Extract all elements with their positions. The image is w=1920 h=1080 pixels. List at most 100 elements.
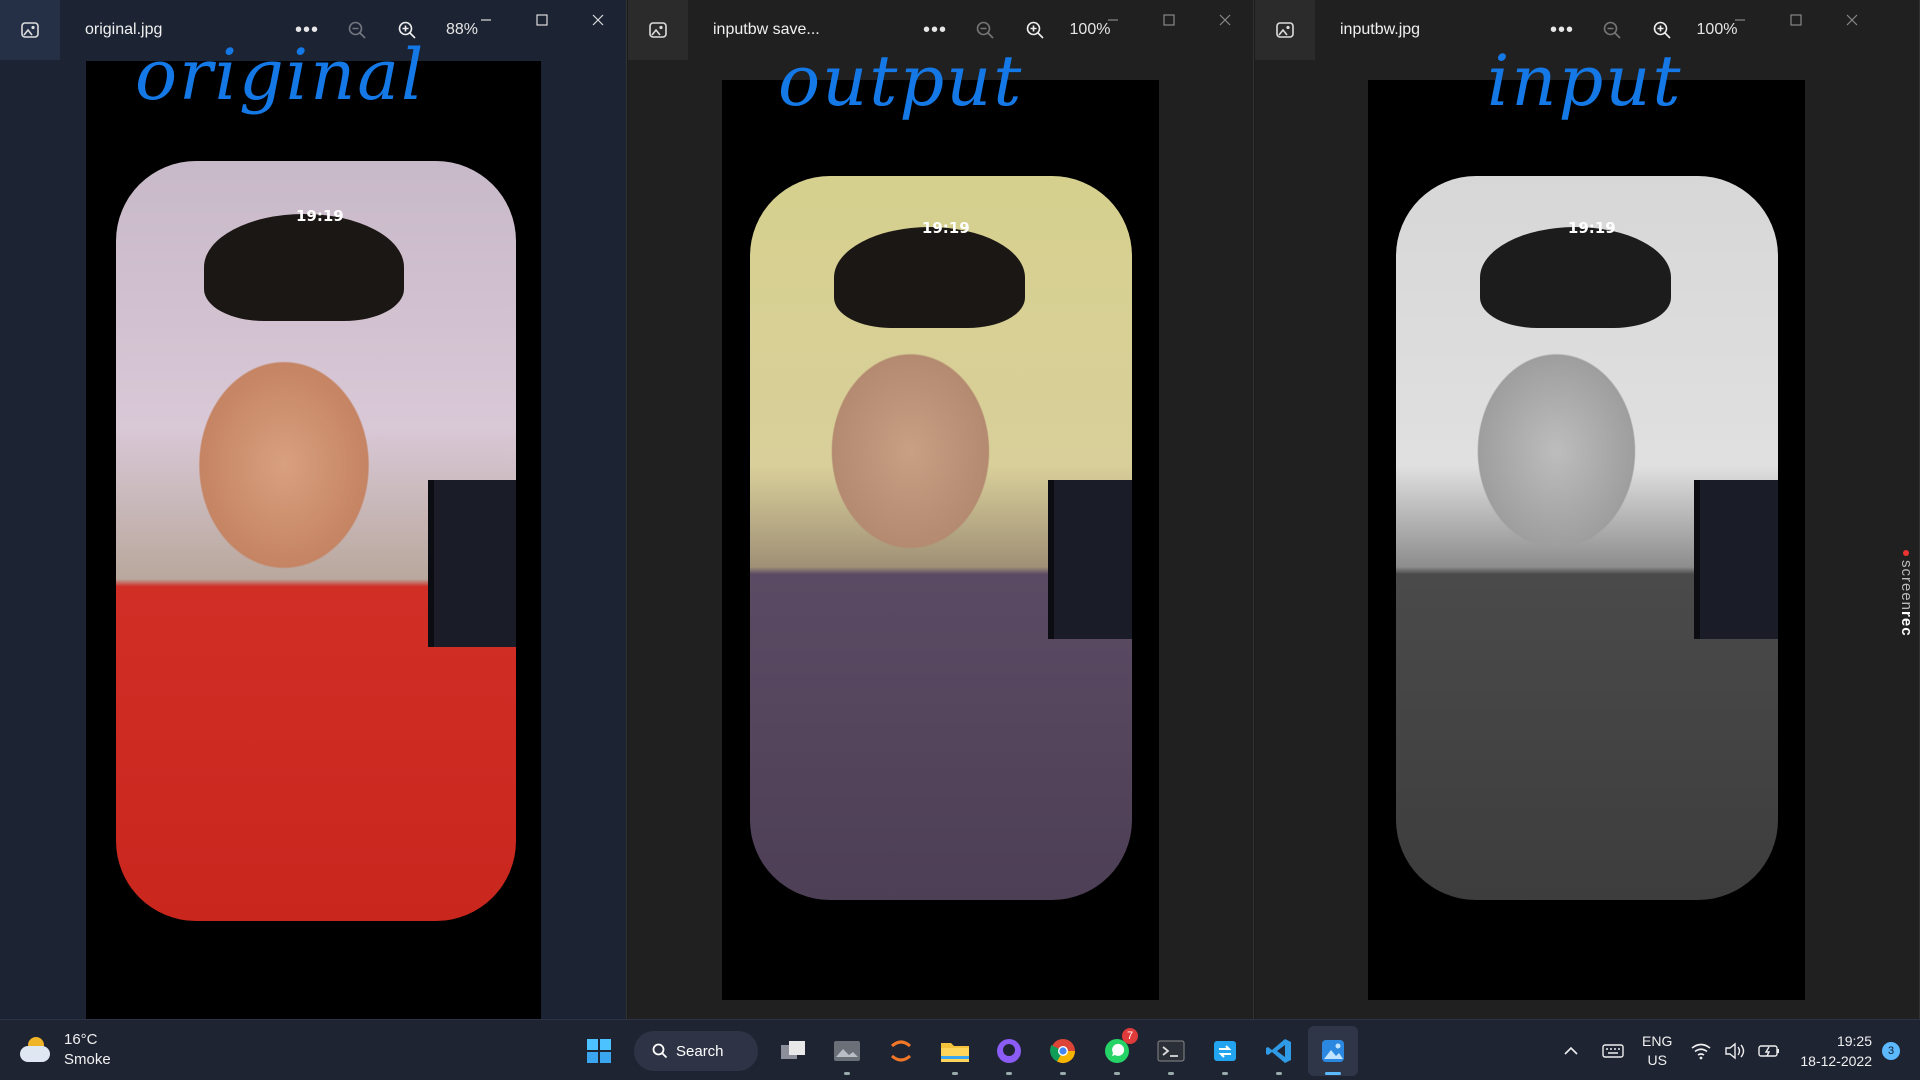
photo-clock-text: 19:19	[921, 219, 970, 238]
photos-window-input[interactable]: inputbw.jpg ••• 100% 19:19 input screenr…	[1255, 0, 1920, 1019]
minimize-icon	[481, 19, 491, 21]
folder-icon	[941, 1043, 969, 1062]
whatsapp-badge: 7	[1122, 1028, 1138, 1044]
taskbar-search-button[interactable]: Search	[634, 1031, 758, 1071]
chrome-icon	[1050, 1039, 1075, 1064]
selfie-photo: 19:19	[116, 161, 516, 921]
minimize-icon	[1108, 19, 1118, 21]
close-icon	[1846, 14, 1858, 26]
maximize-icon	[1163, 14, 1175, 26]
clock-date: 18-12-2022	[1800, 1052, 1872, 1069]
photo-clock-text: 19:19	[1567, 219, 1616, 238]
taskbar-app-file-explorer[interactable]	[930, 1026, 980, 1076]
clock-time: 19:25	[1836, 1032, 1872, 1049]
network-button[interactable]	[1684, 1034, 1718, 1068]
rec-dot-icon	[1903, 550, 1909, 556]
photos-app-icon	[1255, 0, 1315, 60]
wifi-icon	[1691, 1043, 1711, 1059]
taskbar-app-terminal[interactable]	[1146, 1026, 1196, 1076]
taskbar-app-photos[interactable]	[1308, 1026, 1358, 1076]
battery-charging-icon	[1758, 1044, 1780, 1057]
maximize-icon	[1790, 14, 1802, 26]
screenrec-text-a: screen	[1898, 560, 1915, 612]
photos-window-original[interactable]: original.jpg ••• 88% 19:19 original	[0, 0, 627, 1019]
photos-app-icon	[628, 0, 688, 60]
file-transfer-icon	[1214, 1041, 1236, 1061]
system-tray: ENG US 19:25 18-12-2022 3	[1554, 1020, 1900, 1080]
keyboard-icon	[1602, 1043, 1624, 1058]
lang-top: ENG	[1642, 1032, 1673, 1049]
minimize-button[interactable]	[1085, 0, 1141, 40]
show-hidden-icons-button[interactable]	[1554, 1034, 1588, 1068]
screenrec-watermark: screenrec	[1898, 550, 1915, 637]
weather-condition: Smoke	[64, 1051, 111, 1068]
taskbar-app-whatsapp[interactable]: 7	[1092, 1026, 1142, 1076]
taskbar-app-snipping[interactable]	[822, 1026, 872, 1076]
maximize-button[interactable]	[1768, 0, 1824, 40]
maximize-button[interactable]	[514, 0, 570, 40]
maximize-button[interactable]	[1141, 0, 1197, 40]
clock-button[interactable]: 19:25 18-12-2022	[1800, 1031, 1872, 1071]
zoom-in-icon	[1026, 21, 1044, 39]
notification-badge[interactable]: 3	[1882, 1041, 1900, 1060]
selfie-photo: 19:19	[1396, 176, 1778, 900]
taskbar: 16°C Smoke Search 7 ENG US 19:25 18-12-2…	[0, 1019, 1920, 1080]
taskbar-app-chrome[interactable]	[1038, 1026, 1088, 1076]
handwritten-label: output	[778, 40, 1024, 122]
jupyter-icon	[891, 1040, 911, 1062]
start-button[interactable]	[574, 1026, 624, 1076]
handwritten-label: input	[1487, 40, 1683, 122]
photo-hair	[834, 226, 1026, 329]
input-language-button[interactable]: ENG US	[1642, 1032, 1672, 1070]
taskbar-app-jupyter[interactable]	[876, 1026, 926, 1076]
window-title: inputbw.jpg	[1340, 21, 1421, 38]
taskbar-app-github[interactable]	[984, 1026, 1034, 1076]
zoom-out-icon	[1603, 21, 1621, 39]
chevron-up-icon	[1564, 1046, 1578, 1055]
zoom-out-icon	[976, 21, 994, 39]
image-canvas[interactable]: 19:19	[86, 61, 541, 1019]
handwritten-label: original	[135, 34, 426, 116]
photos-app-icon	[0, 0, 60, 60]
battery-button[interactable]	[1752, 1034, 1786, 1068]
taskbar-apps: Search 7	[572, 1026, 1360, 1076]
close-button[interactable]	[1824, 0, 1880, 40]
taskbar-app-vscode[interactable]	[1254, 1026, 1304, 1076]
photo-thumbnail-icon	[834, 1041, 860, 1061]
close-icon	[592, 14, 604, 26]
photos-icon	[1322, 1040, 1344, 1062]
vscode-icon	[1266, 1039, 1291, 1063]
photo-clock-text: 19:19	[296, 206, 344, 225]
close-icon	[1219, 14, 1231, 26]
maximize-icon	[536, 14, 548, 26]
touch-keyboard-button[interactable]	[1596, 1034, 1630, 1068]
terminal-icon	[1157, 1040, 1185, 1062]
photo-laptop	[1693, 480, 1778, 640]
weather-cloud-sun-icon	[18, 1035, 52, 1065]
window-title: inputbw save...	[713, 21, 820, 38]
photo-laptop	[1047, 480, 1132, 640]
task-view-icon	[781, 1041, 805, 1059]
search-icon	[652, 1043, 668, 1059]
close-button[interactable]	[570, 0, 626, 40]
minimize-button[interactable]	[1712, 0, 1768, 40]
selfie-photo: 19:19	[750, 176, 1132, 900]
zoom-in-icon	[1653, 21, 1671, 39]
photo-hair	[1480, 226, 1672, 329]
minimize-button[interactable]	[458, 0, 514, 40]
volume-button[interactable]	[1718, 1034, 1752, 1068]
task-view-button[interactable]	[768, 1026, 818, 1076]
photos-window-output[interactable]: inputbw save... ••• 100% 19:19 output	[628, 0, 1254, 1019]
photo-laptop	[428, 480, 516, 648]
close-button[interactable]	[1197, 0, 1253, 40]
speaker-icon	[1725, 1042, 1745, 1059]
image-canvas[interactable]: 19:19	[722, 80, 1159, 1000]
search-label: Search	[676, 1042, 724, 1060]
screenrec-text-b: rec	[1898, 611, 1915, 637]
weather-temp: 16°C	[64, 1031, 98, 1048]
lang-bottom: US	[1647, 1051, 1667, 1068]
github-icon	[997, 1039, 1021, 1063]
weather-widget[interactable]: 16°C Smoke	[18, 1030, 111, 1070]
image-canvas[interactable]: 19:19	[1368, 80, 1805, 1000]
taskbar-app-transfer[interactable]	[1200, 1026, 1250, 1076]
